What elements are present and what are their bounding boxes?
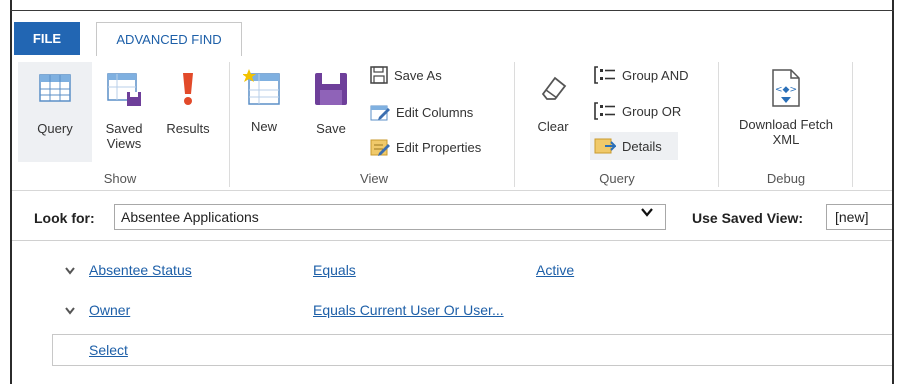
top-border xyxy=(10,10,894,11)
saved-views-button[interactable]: Saved Views xyxy=(98,70,150,151)
save-as-icon xyxy=(370,66,388,84)
xml-document-icon: <◆> xyxy=(772,69,800,107)
download-label-line1: Download Fetch xyxy=(739,117,833,132)
details-icon xyxy=(594,138,616,154)
clear-label: Clear xyxy=(537,119,569,134)
svg-text:<◆>: <◆> xyxy=(775,85,797,95)
saved-view-value: [new] xyxy=(835,209,869,225)
edit-columns-icon xyxy=(370,105,390,121)
expand-chevron-icon[interactable] xyxy=(64,305,76,319)
group-and-label: Group AND xyxy=(622,67,689,83)
condition-operator[interactable]: Equals Current User Or User... xyxy=(313,302,504,318)
details-button[interactable]: Details xyxy=(594,137,662,155)
group-or-icon xyxy=(594,102,615,120)
download-fetch-xml-button[interactable]: <◆> Download Fetch XML xyxy=(724,68,848,147)
edit-properties-icon xyxy=(370,139,390,156)
save-as-button[interactable]: Save As xyxy=(370,66,442,84)
query-grid-icon xyxy=(39,74,71,102)
results-button[interactable]: Results xyxy=(160,70,216,136)
debug-group-label: Debug xyxy=(766,171,806,186)
view-group-label: View xyxy=(360,171,388,186)
tab-file[interactable]: FILE xyxy=(14,22,80,55)
select-field-link[interactable]: Select xyxy=(89,342,128,358)
saved-view-select[interactable]: [new] xyxy=(826,204,892,230)
saved-views-label-line1: Saved xyxy=(105,121,143,136)
use-saved-view-label: Use Saved View: xyxy=(692,210,804,226)
query-group-label: Query xyxy=(599,171,635,186)
save-button[interactable]: Save xyxy=(306,70,356,136)
group-and-button[interactable]: Group AND xyxy=(594,66,688,84)
condition-value[interactable]: Active xyxy=(536,262,574,278)
group-separator xyxy=(852,62,853,187)
look-for-label: Look for: xyxy=(34,210,95,226)
show-group-label: Show xyxy=(103,171,137,186)
condition-operator[interactable]: Equals xyxy=(313,262,356,278)
expand-chevron-icon[interactable] xyxy=(64,265,76,279)
eraser-icon xyxy=(541,76,567,100)
clear-button[interactable]: Clear xyxy=(530,72,576,134)
group-or-label: Group OR xyxy=(622,103,682,119)
group-separator xyxy=(514,62,515,187)
save-disk-icon xyxy=(315,73,347,105)
group-and-icon xyxy=(594,66,615,84)
exclamation-icon xyxy=(183,73,193,105)
chevron-down-icon[interactable] xyxy=(640,205,654,222)
saved-views-icon xyxy=(107,73,141,106)
new-label: New xyxy=(250,119,277,134)
query-button[interactable]: Query xyxy=(22,70,88,136)
condition-field[interactable]: Absentee Status xyxy=(89,262,192,278)
edit-properties-label: Edit Properties xyxy=(396,139,482,155)
new-view-icon xyxy=(242,69,280,105)
save-label: Save xyxy=(316,121,346,136)
download-label-line2: XML xyxy=(772,132,800,147)
saved-views-label-line2: Views xyxy=(106,136,142,151)
condition-field[interactable]: Owner xyxy=(89,302,130,318)
look-for-value: Absentee Applications xyxy=(121,209,259,225)
edit-properties-button[interactable]: Edit Properties xyxy=(370,137,481,157)
look-for-select[interactable]: Absentee Applications xyxy=(114,204,666,230)
new-condition-row xyxy=(52,334,892,366)
query-label: Query xyxy=(37,121,73,136)
group-or-button[interactable]: Group OR xyxy=(594,102,681,120)
edit-columns-button[interactable]: Edit Columns xyxy=(370,102,473,122)
group-separator xyxy=(718,62,719,187)
save-as-label: Save As xyxy=(394,67,442,83)
group-separator xyxy=(229,62,230,187)
details-label: Details xyxy=(622,138,662,154)
results-label: Results xyxy=(166,121,210,136)
edit-columns-label: Edit Columns xyxy=(396,104,474,120)
tab-advanced-find[interactable]: ADVANCED FIND xyxy=(96,22,242,56)
new-button[interactable]: New xyxy=(238,68,290,134)
